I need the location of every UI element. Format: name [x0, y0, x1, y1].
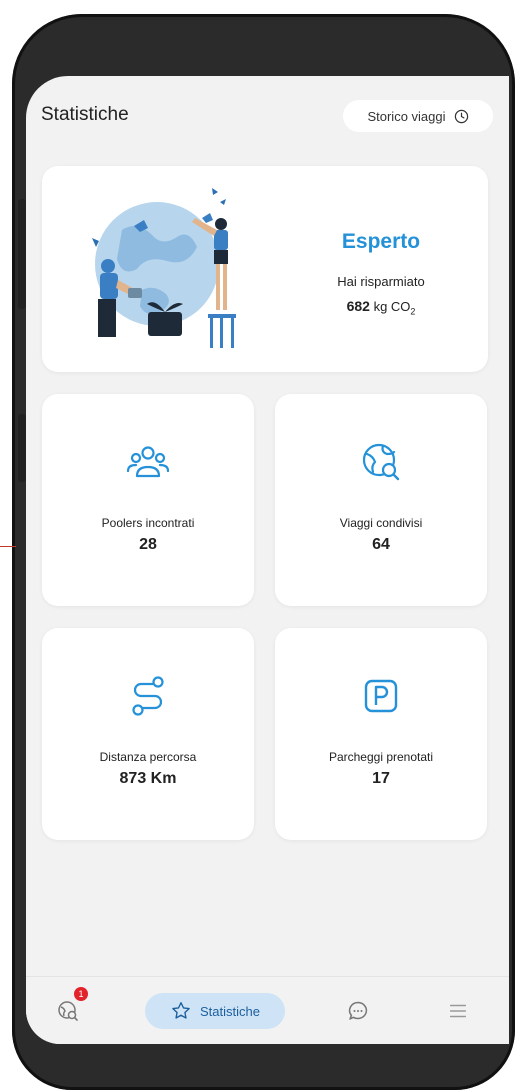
stat-value: 28 [139, 536, 157, 553]
stat-label: Poolers incontrati [101, 516, 195, 530]
star-icon [172, 1002, 190, 1019]
stat-card-parking[interactable]: Parcheggi prenotati 17 [275, 628, 487, 840]
nav-statistics-label: Statistiche [200, 1003, 260, 1019]
stat-card-shared-trips[interactable]: Viaggi condivisi 64 [275, 394, 487, 606]
stat-label: Distanza percorsa [99, 750, 197, 764]
menu-icon [449, 1004, 467, 1018]
side-button [18, 414, 26, 482]
stat-label: Viaggi condivisi [339, 516, 423, 530]
annotation-line [0, 546, 16, 547]
saved-amount: 682 kg CO2 [296, 298, 466, 317]
people-icon [126, 446, 170, 478]
summary-card: Esperto Hai risparmiato 682 kg CO2 [42, 166, 488, 372]
history-button-label: Storico viaggi [367, 108, 446, 124]
chat-bubble-icon [348, 1001, 368, 1020]
side-button [18, 199, 26, 309]
bottom-navigation: 1 Statistiche [26, 976, 509, 1044]
nav-trips[interactable]: 1 [48, 987, 88, 1029]
parking-icon [364, 679, 398, 713]
stat-value: 17 [372, 770, 390, 787]
saved-value: 682 [346, 298, 370, 314]
nav-chat[interactable] [338, 993, 378, 1029]
stat-card-distance[interactable]: Distanza percorsa 873 Km [42, 628, 254, 840]
saved-unit-subscript: 2 [410, 306, 416, 317]
stat-value: 64 [372, 536, 390, 553]
notification-badge: 1 [74, 987, 88, 1001]
route-icon [132, 676, 164, 716]
nav-statistics[interactable]: Statistiche [145, 993, 285, 1029]
history-button[interactable]: Storico viaggi [343, 100, 493, 132]
saved-label: Hai risparmiato [337, 274, 425, 289]
user-level: Esperto [341, 230, 421, 253]
globe-search-icon [58, 1001, 78, 1021]
stat-card-poolers[interactable]: Poolers incontrati 28 [42, 394, 254, 606]
page-title: Statistiche [41, 104, 129, 125]
app-screen: Statistiche Storico viaggi Esperto Hai r… [26, 76, 509, 1044]
nav-menu[interactable] [438, 993, 478, 1029]
planet-illustration [92, 188, 236, 348]
stat-label: Parcheggi prenotati [328, 750, 434, 764]
saved-unit: kg CO [373, 299, 411, 314]
clock-icon [454, 109, 468, 123]
globe-search-icon [362, 443, 400, 481]
stat-value: 873 Km [119, 770, 177, 787]
